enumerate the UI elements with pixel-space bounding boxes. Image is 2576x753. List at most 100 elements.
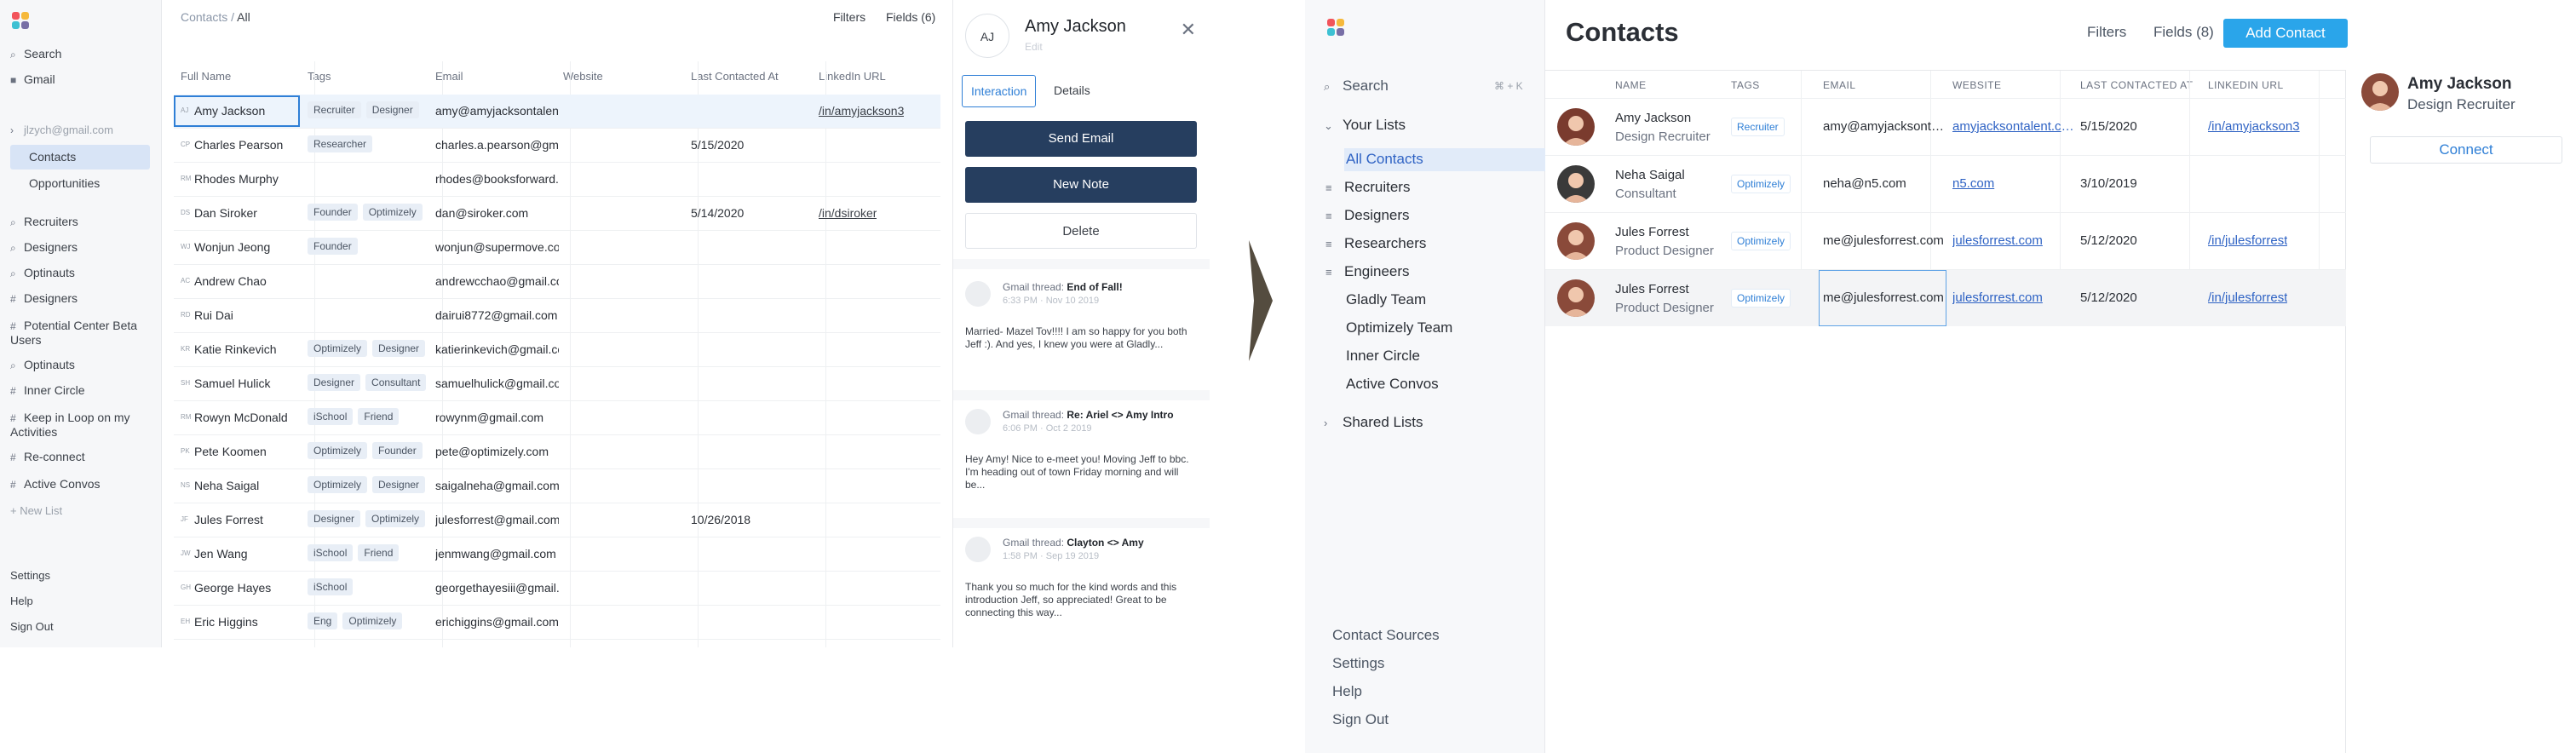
table-row[interactable]: KR Katie Rinkevich Optimizely Designer katie… [174,333,940,367]
cell-last-contacted[interactable]: 5/12/2020 [2080,233,2137,248]
cell-name[interactable]: Jules Forrest [1615,225,1689,239]
sidebar-list-item[interactable]: Active Convos [1346,376,1439,393]
column-header[interactable]: WEBSITE [1952,79,2002,91]
cell-linkedin[interactable]: /in/amyjackson3 [819,104,904,118]
sidebar-list-item[interactable]: ⌕ Designers [10,240,78,255]
tag-badge[interactable]: Optimizely [308,442,368,459]
tag-badge[interactable]: Optimizely [342,612,403,629]
cell-name[interactable]: Amy Jackson [174,95,300,127]
cell-email[interactable]: katierinkevich@gmail.com [435,342,559,356]
tag-badge[interactable]: Optimizely [1731,175,1791,193]
filters-button[interactable]: Filters [833,10,865,24]
cell-website[interactable]: n5.com [1952,176,2077,191]
sidebar-search[interactable]: ⌕ Search [10,47,61,61]
column-header[interactable]: LinkedIn URL [819,70,886,83]
cell-name[interactable]: Pete Koomen [194,445,313,458]
sidebar-list-item[interactable]: ≡ Recruiters [1325,179,1410,196]
cell-email[interactable]: wonjun@supermove.co [435,240,559,254]
table-row[interactable]: CP Charles Pearson Researcher charles.a.pea… [174,129,940,163]
table-row[interactable]: WJ Wonjun Jeong Founder wonjun@supermove.co [174,231,940,265]
cell-email[interactable]: amy@amyjacksontalent.com [1823,119,1947,134]
cell-name[interactable]: Dan Siroker [194,206,313,220]
cell-linkedin[interactable]: /in/julesforrest [2208,290,2287,305]
sidebar-search[interactable]: ⌕ Search [1324,78,1389,95]
sidebar-item-opportunities[interactable]: Opportunities [29,176,100,190]
cell-email[interactable]: dairui8772@gmail.com [435,308,559,322]
cell-email[interactable]: charles.a.pearson@gmail.com [435,138,559,152]
tag-badge[interactable]: Founder [372,442,423,459]
cell-name[interactable]: Jules Forrest [194,513,313,526]
tag-badge[interactable]: Optimizely [308,476,368,493]
cell-email[interactable]: jenmwang@gmail.com [435,547,559,560]
contact-subtitle[interactable]: Edit [1025,41,1043,53]
cell-email[interactable]: me@julesforrest.com [1823,233,1947,248]
table-row[interactable]: RMRhodes Murphy rhodes@booksforward.com [174,163,940,197]
sidebar-sign-out[interactable]: Sign Out [10,620,54,633]
table-row[interactable]: Jules Forrest Product Designer Optimizely m… [1545,269,2346,326]
tag-badge[interactable]: Optimizely [308,340,368,357]
cell-linkedin[interactable]: /in/dsiroker [819,206,877,220]
table-row[interactable]: ACAndrew Chao andrewcchao@gmail.com [174,265,940,299]
column-header[interactable]: NAME [1615,79,1647,91]
table-row[interactable]: Neha Saigal Consultant Optimizely neha@n5.c… [1545,155,2346,212]
sidebar-sign-out[interactable]: Sign Out [1332,711,1389,728]
fields-button[interactable]: Fields (8) [2153,24,2214,41]
tag-badge[interactable]: Eng [308,612,338,629]
cell-last-contacted[interactable]: 5/15/2020 [2080,119,2137,134]
sidebar-settings[interactable]: Settings [1332,655,1384,672]
new-note-button[interactable]: New Note [965,167,1197,203]
table-row[interactable]: JF Jules Forrest Designer Optimizely julesfo… [174,503,940,537]
delete-button[interactable]: Delete [965,213,1197,249]
sidebar-list-item[interactable]: ≡ Engineers [1325,263,1410,280]
cell-linkedin[interactable]: /in/julesforrest [2208,233,2287,248]
account-email[interactable]: › jlzych@gmail.com [10,124,113,136]
cell-last-contacted[interactable]: 5/15/2020 [691,138,744,152]
send-email-button[interactable]: Send Email [965,121,1197,157]
cell-name[interactable]: Samuel Hulick [194,376,313,390]
tag-badge[interactable]: Friend [358,544,400,561]
cell-name[interactable]: Rowyn McDonald [194,411,313,424]
cell-email[interactable]: andrewcchao@gmail.com [435,274,559,288]
tab-interaction[interactable]: Interaction [962,75,1037,107]
cell-name[interactable]: Katie Rinkevich [194,342,313,356]
tag-badge[interactable]: Friend [358,408,400,425]
cell-website[interactable]: amyjacksontalent.com [1952,119,2077,134]
column-header[interactable]: EMAIL [1823,79,1856,91]
sidebar-list-item[interactable]: Gladly Team [1346,291,1426,308]
tag-badge[interactable]: Designer [372,340,426,357]
table-row[interactable]: EH Eric Higgins Eng Optimizely erichiggins@g… [174,606,940,640]
cell-email[interactable]: erichiggins@gmail.com [435,615,559,629]
sidebar-list-item[interactable]: Optimizely Team [1346,319,1452,336]
sidebar-list-item[interactable]: # Re-connect [10,450,85,463]
cell-email[interactable]: saigalneha@gmail.com [435,479,559,492]
sidebar-list-item[interactable]: ⌕ Optinauts [10,358,75,372]
cell-name[interactable]: Jen Wang [194,547,313,560]
cell-name[interactable]: Jules Forrest [1615,282,1689,296]
sidebar-list-item[interactable]: # Designers [10,291,78,305]
sidebar-list-item[interactable]: # Active Convos [10,477,100,491]
column-header[interactable]: Email [435,70,463,83]
tag-badge[interactable]: Designer [308,374,361,391]
sidebar-list-item[interactable]: # Keep in Loop on my Activities [10,411,151,439]
tag-badge[interactable]: Designer [365,101,419,118]
cell-name[interactable]: Amy Jackson [1615,111,1691,125]
cell-last-contacted[interactable]: 5/14/2020 [691,206,744,220]
fields-button[interactable]: Fields (6) [886,10,935,24]
cell-name[interactable]: George Hayes [194,581,313,595]
cell-email[interactable]: amy@amyjacksontalent.com [435,104,559,118]
cell-last-contacted[interactable]: 10/26/2018 [691,513,750,526]
cell-website[interactable]: julesforrest.com [1952,290,2077,305]
tag-badge[interactable]: Optimizely [1731,232,1791,250]
cell-name[interactable]: Wonjun Jeong [194,240,313,254]
tag-badge[interactable]: Consultant [365,374,427,391]
tag-badge[interactable]: Designer [372,476,426,493]
table-row[interactable]: GH George Hayes iSchool georgethayesiii@gma… [174,572,940,606]
column-header[interactable]: LAST CONTACTED AT [2080,79,2194,91]
column-header[interactable]: Full Name [181,70,231,83]
sidebar-list-item[interactable]: ⌕ Optinauts [10,266,75,280]
shared-lists-toggle[interactable]: › Shared Lists [1324,414,1423,431]
tag-badge[interactable]: iSchool [308,408,354,425]
cell-name[interactable]: Charles Pearson [194,138,313,152]
connect-button[interactable]: Connect [2370,136,2562,164]
cell-name[interactable]: Rui Dai [194,308,313,322]
